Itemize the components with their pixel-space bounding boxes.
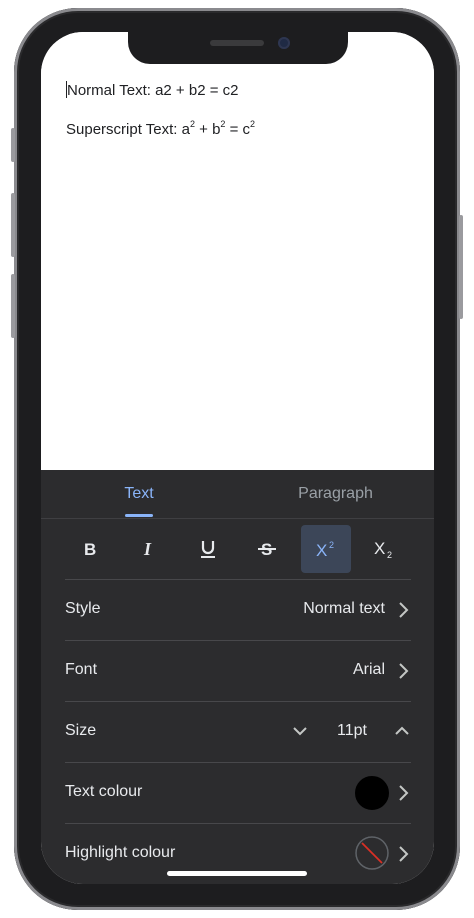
line-superscript-mid1: + b — [194, 121, 221, 138]
side-button-mute — [11, 128, 15, 162]
size-value: 11pt — [337, 722, 367, 739]
document-line-normal[interactable]: Normal Text: a2 + b2 = c2 — [66, 81, 238, 99]
font-label: Font — [65, 661, 98, 678]
side-button-power — [459, 215, 463, 319]
side-button-volume-up — [11, 193, 15, 257]
format-panel: Text Paragraph B I X 2 X 2 Style Normal … — [41, 470, 434, 884]
bold-icon: B — [84, 540, 96, 559]
text-colour-label: Text colour — [65, 783, 143, 800]
home-indicator[interactable] — [167, 871, 307, 876]
format-buttons-row: B I S X — [65, 525, 411, 575]
tab-selected-indicator — [125, 514, 153, 517]
style-row[interactable]: Style Normal text — [65, 579, 411, 640]
style-label: Style — [65, 600, 101, 617]
document-canvas[interactable]: Normal Text: a2 + b2 = c2 Superscript Te… — [41, 32, 434, 470]
tab-text[interactable]: Text — [41, 470, 237, 518]
no-highlight-swatch-icon — [355, 836, 389, 870]
svg-text:2: 2 — [329, 540, 334, 550]
notch — [128, 32, 348, 64]
font-value: Arial — [352, 661, 385, 678]
document-line-superscript[interactable]: Superscript Text: a2 + b2 = c2 — [66, 119, 256, 139]
svg-text:X: X — [374, 539, 385, 558]
highlight-colour-label: Highlight colour — [65, 844, 176, 861]
italic-icon: I — [143, 539, 152, 559]
svg-text:2: 2 — [387, 550, 392, 560]
line-superscript-mid2: = c — [225, 121, 251, 138]
text-colour-row[interactable]: Text colour — [65, 762, 411, 823]
font-row[interactable]: Font Arial — [65, 640, 411, 701]
text-colour-swatch — [355, 776, 389, 810]
size-row: Size 11pt — [65, 701, 411, 762]
style-value: Normal text — [303, 600, 385, 617]
tab-paragraph[interactable]: Paragraph — [237, 470, 434, 518]
superscript-icon: X 2 — [316, 540, 334, 560]
underline-icon — [201, 541, 215, 558]
speaker-grille — [210, 40, 264, 46]
bold-button[interactable]: B — [65, 525, 115, 573]
superscript-c: 2 — [250, 119, 256, 129]
format-tabs: Text Paragraph — [41, 470, 434, 519]
size-increase-chevron-up-icon[interactable] — [394, 724, 410, 738]
size-decrease-chevron-down-icon[interactable] — [292, 724, 308, 738]
subscript-icon: X 2 — [374, 539, 392, 560]
strikethrough-button[interactable]: S — [242, 525, 292, 573]
screen: Normal Text: a2 + b2 = c2 Superscript Te… — [41, 32, 434, 884]
superscript-button[interactable]: X 2 — [301, 525, 351, 573]
chevron-right-icon — [399, 846, 409, 862]
strikethrough-icon: S — [258, 540, 276, 559]
svg-text:B: B — [84, 540, 96, 559]
side-button-volume-down — [11, 274, 15, 338]
chevron-right-icon — [399, 785, 409, 801]
subscript-button[interactable]: X 2 — [359, 525, 409, 573]
line-normal-text: Normal Text: a2 + b2 = c2 — [67, 82, 239, 99]
front-camera — [278, 37, 290, 49]
size-label: Size — [65, 722, 97, 739]
svg-text:X: X — [316, 541, 327, 560]
svg-text:I: I — [143, 539, 152, 559]
chevron-right-icon — [399, 602, 409, 618]
chevron-right-icon — [399, 663, 409, 679]
underline-button[interactable] — [183, 525, 233, 573]
italic-button[interactable]: I — [124, 525, 174, 573]
line-superscript-prefix: Superscript Text: a — [66, 121, 190, 138]
